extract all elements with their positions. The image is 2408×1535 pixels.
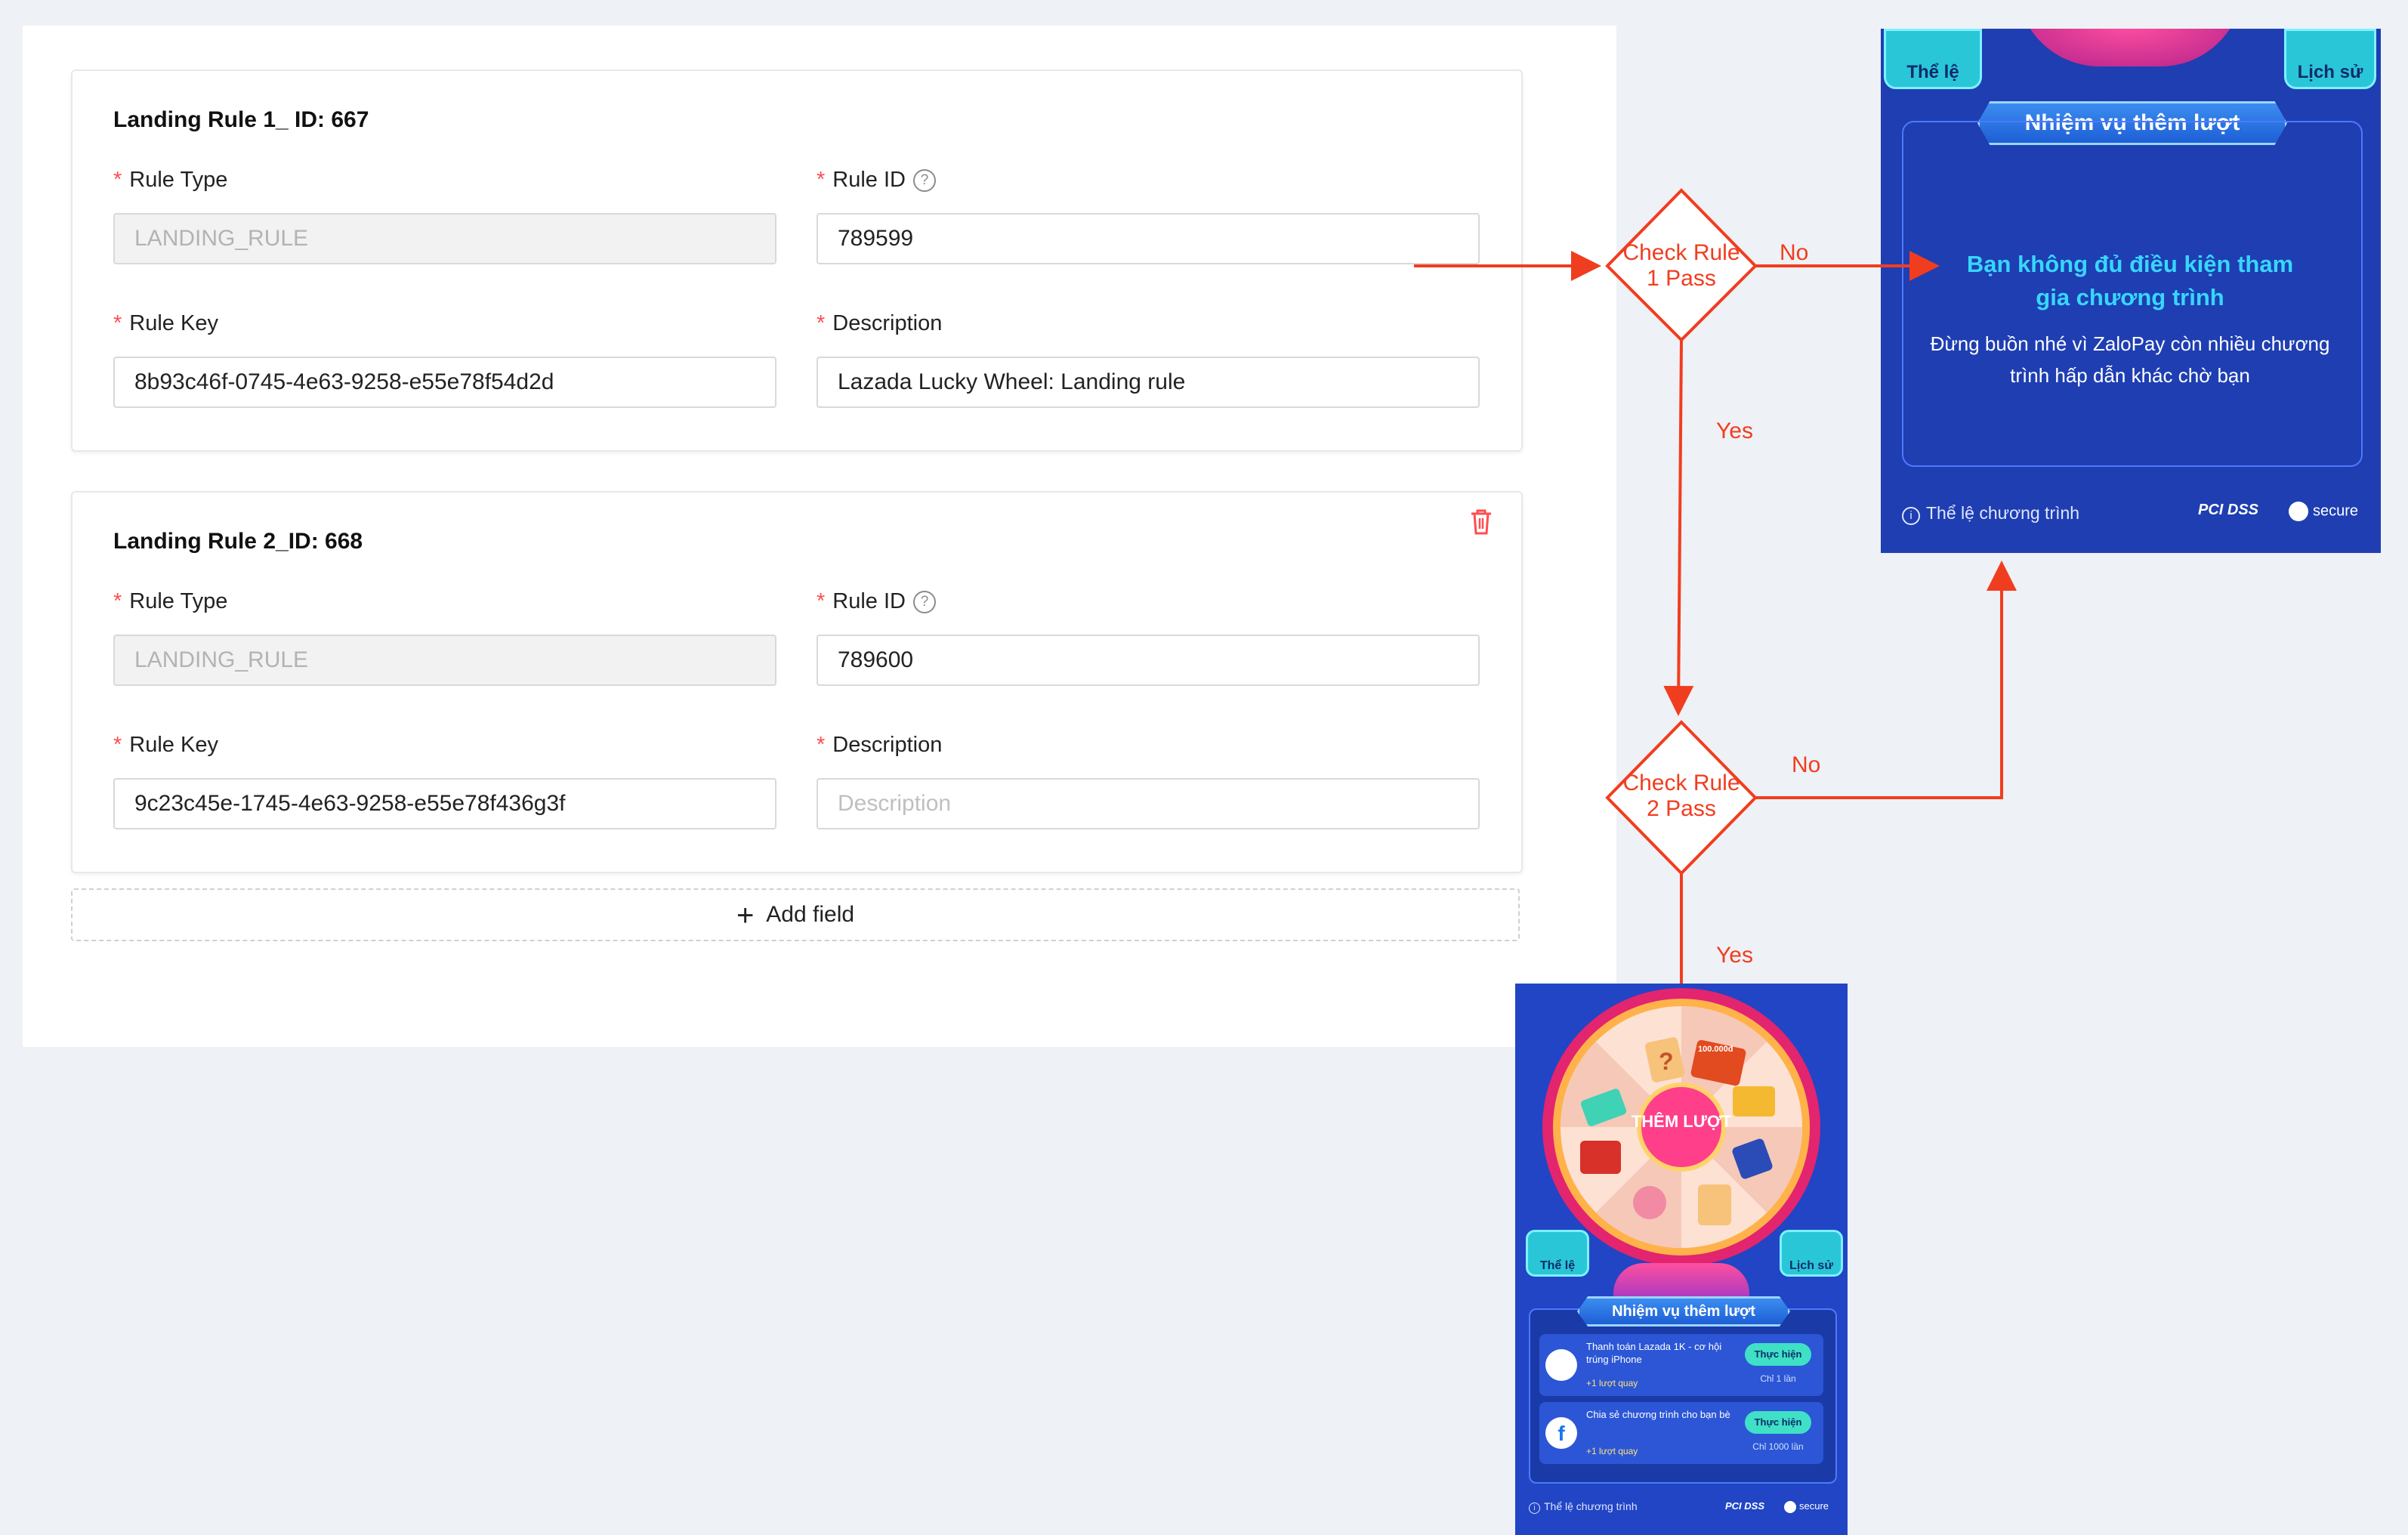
check-rule-1-label: Check Rule 1 Pass [1622, 240, 1740, 291]
arrow-rule-1-yes [1663, 339, 1694, 716]
no-label-2: No [1792, 752, 1821, 777]
flow-diagram [1414, 188, 2017, 984]
no-label-1: No [1780, 240, 1809, 265]
check-rule-2-label: Check Rule 2 Pass [1622, 771, 1740, 821]
yes-label-1: Yes [1716, 418, 1753, 443]
yes-label-2: Yes [1716, 943, 1753, 968]
